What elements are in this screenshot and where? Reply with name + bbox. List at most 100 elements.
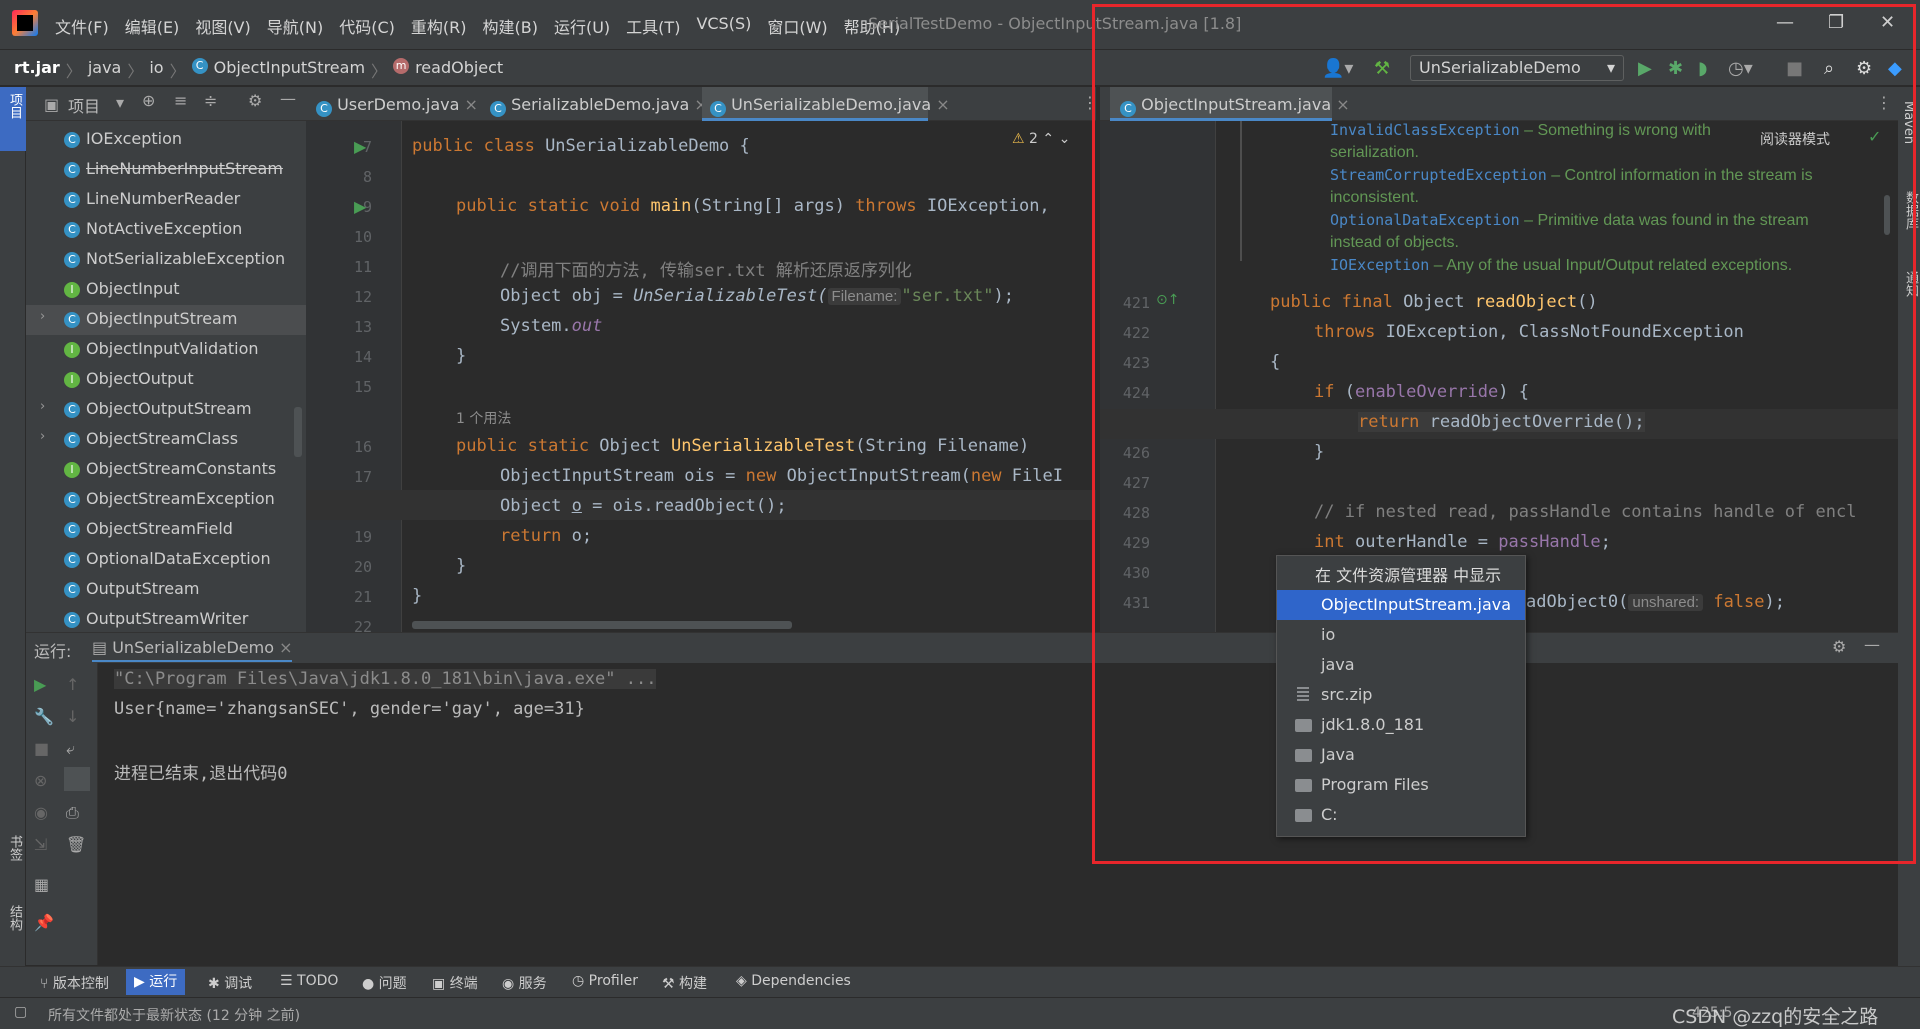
- tree-item[interactable]: C OptionalDataException: [26, 545, 306, 575]
- menu-file[interactable]: 文件(F): [55, 14, 109, 38]
- stop-icon[interactable]: ■: [34, 739, 49, 758]
- tree-item[interactable]: C OutputStreamWriter: [26, 605, 306, 635]
- expand-arrow-icon[interactable]: ›: [40, 399, 45, 414]
- tool-run[interactable]: ▶ 运行: [126, 969, 186, 995]
- code-token: main: [650, 196, 692, 216]
- login-icon[interactable]: ⇲: [34, 835, 47, 854]
- breadcrumb-java[interactable]: java: [88, 58, 122, 82]
- tool-profiler[interactable]: ◷ Profiler: [572, 973, 638, 989]
- run-gutter-icon[interactable]: ▶: [354, 197, 366, 216]
- scroll-to-end-icon[interactable]: [64, 767, 90, 791]
- tree-item[interactable]: I ObjectInput: [26, 275, 306, 305]
- menu-edit[interactable]: 编辑(E): [125, 14, 180, 38]
- menu-window[interactable]: 窗口(W): [767, 14, 827, 38]
- class-icon: C: [64, 402, 80, 418]
- code-token: public static: [456, 436, 600, 456]
- tool-build[interactable]: ⚒ 构建: [662, 973, 707, 993]
- close-tab-icon[interactable]: ×: [279, 638, 292, 657]
- chevron-down-icon[interactable]: ▾: [116, 93, 124, 112]
- menu-refactor[interactable]: 重构(R): [411, 14, 467, 38]
- project-view-icon: ▣: [44, 95, 60, 114]
- pin-icon[interactable]: 📌: [34, 913, 54, 932]
- tab-serializabledemo[interactable]: C SerializableDemo.java ×: [490, 87, 708, 121]
- menu-view[interactable]: 视图(V): [195, 14, 250, 38]
- code-token: "ser.txt": [901, 286, 994, 306]
- tree-item[interactable]: C NotSerializableException: [26, 245, 306, 275]
- code-line-14: }: [456, 346, 467, 366]
- menu-vcs[interactable]: VCS(S): [696, 14, 751, 38]
- project-tool-tab[interactable]: 项目: [0, 87, 26, 151]
- close-tab-icon[interactable]: ×: [936, 95, 949, 114]
- layout-icon[interactable]: ▦: [34, 875, 49, 894]
- tree-item[interactable]: C ObjectStreamField: [26, 515, 306, 545]
- hide-panel-icon[interactable]: —: [280, 89, 296, 108]
- up-arrow-icon[interactable]: ↑: [66, 675, 79, 694]
- tree-item[interactable]: I ObjectStreamConstants: [26, 455, 306, 485]
- expand-all-icon[interactable]: ≡: [174, 91, 187, 110]
- tab-userdemo[interactable]: C UserDemo.java ×: [316, 87, 484, 121]
- tool-version-control[interactable]: ⑂ 版本控制: [40, 973, 109, 993]
- collapse-all-icon[interactable]: ≑: [204, 91, 217, 110]
- tree-item[interactable]: C LineNumberInputStream: [26, 155, 306, 185]
- tree-item-label: ObjectOutputStream: [86, 399, 252, 418]
- tree-item[interactable]: C IOException: [26, 125, 306, 155]
- tree-item-label: OutputStream: [86, 579, 200, 598]
- bookmarks-tool-tab[interactable]: 书签: [5, 835, 24, 861]
- tool-services[interactable]: ◉ 服务: [502, 973, 547, 993]
- structure-tool-tab[interactable]: 结构: [5, 905, 24, 931]
- breadcrumb-method[interactable]: readObject: [415, 58, 503, 82]
- status-icon[interactable]: ▢: [14, 1004, 27, 1020]
- tree-item[interactable]: C NotActiveException: [26, 215, 306, 245]
- down-arrow-icon[interactable]: ↓: [66, 707, 79, 726]
- tool-todo[interactable]: ☰ TODO: [280, 973, 338, 989]
- tree-item[interactable]: C LineNumberReader: [26, 185, 306, 215]
- menu-code[interactable]: 代码(C): [339, 14, 395, 38]
- tree-item[interactable]: C OutputStream: [26, 575, 306, 605]
- menu-run[interactable]: 运行(U): [554, 14, 610, 38]
- tool-problems[interactable]: ● 问题: [362, 973, 407, 993]
- intellij-logo-icon[interactable]: [12, 10, 38, 36]
- tab-label: UserDemo.java: [337, 95, 460, 114]
- tree-item[interactable]: › C ObjectOutputStream: [26, 395, 306, 425]
- wrench-icon[interactable]: 🔧: [34, 707, 54, 726]
- menu-navigate[interactable]: 导航(N): [267, 14, 323, 38]
- tool-dependencies[interactable]: ◈ Dependencies: [736, 973, 851, 989]
- horizontal-scrollbar[interactable]: [412, 621, 792, 629]
- camera-icon[interactable]: ◉: [34, 803, 48, 822]
- breadcrumb-io[interactable]: io: [149, 58, 163, 82]
- breadcrumb-jar[interactable]: rt.jar: [14, 58, 60, 82]
- expand-arrow-icon[interactable]: ›: [40, 309, 45, 324]
- close-tab-icon[interactable]: ×: [465, 95, 478, 114]
- print-icon[interactable]: ⎙: [66, 803, 79, 823]
- usage-hint[interactable]: 1 个用法: [456, 408, 511, 428]
- run-tab[interactable]: ▤ UnSerializableDemo ×: [92, 638, 293, 662]
- tree-item[interactable]: › C ObjectStreamClass: [26, 425, 306, 455]
- tree-item[interactable]: C ObjectStreamException: [26, 485, 306, 515]
- tree-scrollbar[interactable]: [294, 407, 302, 457]
- expand-arrow-icon[interactable]: ›: [40, 429, 45, 444]
- locate-icon[interactable]: ⊕: [142, 91, 155, 110]
- trash-icon[interactable]: 🗑: [66, 835, 86, 854]
- mute-icon[interactable]: ⊗: [34, 771, 47, 790]
- tab-unserializabledemo[interactable]: C UnSerializableDemo.java ×: [702, 87, 950, 121]
- menu-tools[interactable]: 工具(T): [626, 14, 680, 38]
- tree-item[interactable]: › C ObjectInputStream: [26, 305, 306, 335]
- breadcrumb-class[interactable]: ObjectInputStream: [214, 58, 365, 82]
- code-token: ObjectInputStream ois =: [500, 466, 746, 486]
- tree-item-label: NotActiveException: [86, 219, 243, 238]
- tree-item[interactable]: I ObjectInputValidation: [26, 335, 306, 365]
- code-token: ObjectInputStream(: [786, 466, 971, 486]
- warnings-indicator[interactable]: ⚠ 2 ⌃ ⌄: [1012, 131, 1070, 147]
- menu-build[interactable]: 构建(B): [483, 14, 538, 38]
- tool-terminal[interactable]: ▣ 终端: [432, 973, 478, 993]
- tree-item-label: ObjectStreamClass: [86, 429, 239, 448]
- soft-wrap-icon[interactable]: ⤶: [66, 739, 75, 759]
- tree-item[interactable]: I ObjectOutput: [26, 365, 306, 395]
- rerun-icon[interactable]: ▶: [34, 675, 46, 694]
- java-file-icon: C: [490, 101, 506, 117]
- run-panel-label: 运行:: [34, 642, 72, 661]
- tool-debug[interactable]: ✱ 调试: [208, 973, 252, 993]
- gear-icon[interactable]: ⚙: [248, 91, 262, 110]
- run-gutter-icon[interactable]: ▶: [354, 137, 366, 156]
- project-panel-title[interactable]: 项目: [68, 93, 100, 117]
